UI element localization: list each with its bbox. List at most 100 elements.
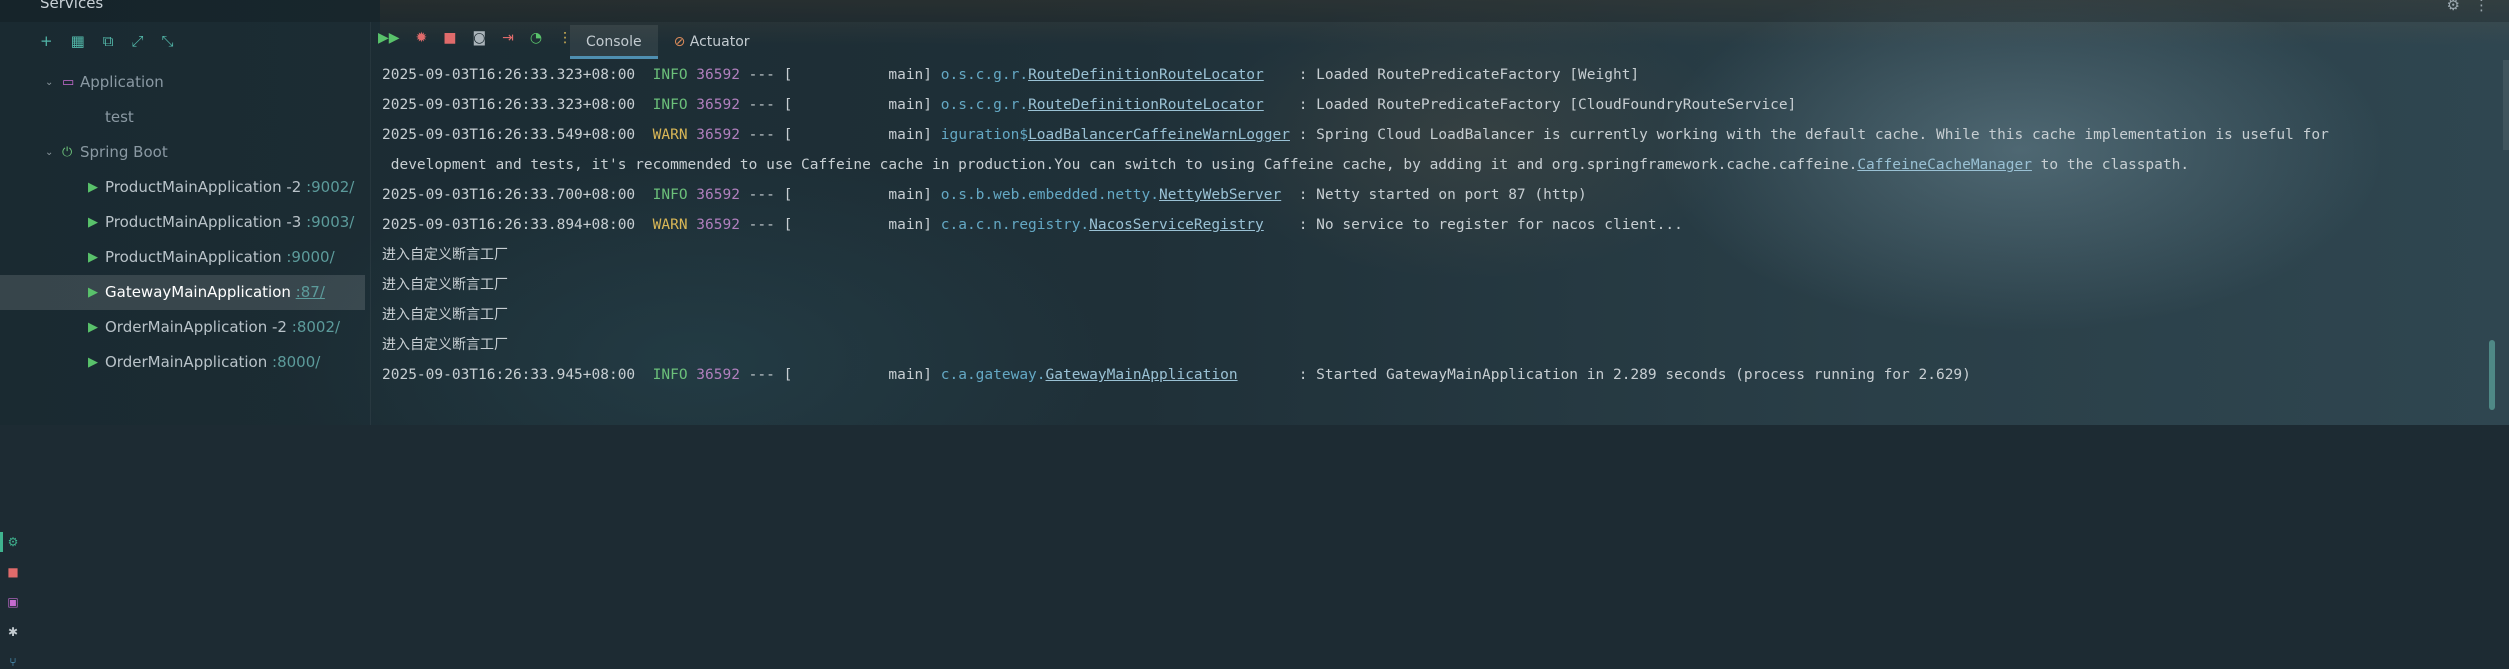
class-link[interactable]: RouteDefinitionRouteLocator (1028, 97, 1264, 113)
add-service-icon[interactable]: + (40, 32, 53, 50)
class-link[interactable]: NettyWebServer (1159, 187, 1281, 203)
log-level: INFO (652, 367, 688, 383)
log-separator: --- [ (739, 217, 793, 233)
actuator-icon: ⊘ (673, 34, 686, 50)
log-message: : Spring Cloud LoadBalancer is currently… (1298, 127, 2329, 143)
stop-icon[interactable]: ■ (443, 30, 456, 46)
spring-boot-icon: ⏻ (62, 145, 73, 160)
vertical-scrollbar[interactable] (2489, 340, 2495, 410)
log-timestamp: 2025-09-03T16:26:33.894+08:00 (382, 217, 636, 233)
service-item[interactable]: ▶ OrderMainApplication :8000/ (0, 345, 365, 380)
screenshot-icon[interactable]: ◙ (473, 30, 487, 46)
log-level: WARN (652, 217, 688, 233)
console-line: 2025-09-03T16:26:33.323+08:00 INFO 36592… (382, 60, 2489, 90)
log-package: o.s.c.g.r. (940, 97, 1029, 113)
log-pid: 36592 (696, 97, 740, 113)
service-item[interactable]: ▶ OrderMainApplication -2 :8002/ (0, 310, 365, 345)
console-toolbar: ▶▶ ✹ ■ ◙ ⇥ ◔ ⋮ (378, 30, 572, 46)
collapse-all-icon[interactable]: ⤡ (162, 32, 174, 50)
title-actions: ⚙ ⋮ (2447, 0, 2489, 14)
service-item-selected[interactable]: ▶ GatewayMainApplication :87/ (0, 275, 365, 310)
right-edge-tab[interactable] (2503, 60, 2509, 150)
class-link[interactable]: LoadBalancerCaffeineWarnLogger (1028, 127, 1290, 143)
title-strip: Services ⚙ ⋮ (0, 0, 2509, 22)
build-tool-icon[interactable]: ■ (6, 565, 20, 579)
log-message: : Started GatewayMainApplication in 2.28… (1298, 367, 1971, 383)
application-folder-icon: ▭ (62, 75, 75, 90)
log-thread: main] (792, 127, 941, 143)
new-window-icon[interactable]: ⧉ (103, 32, 114, 50)
log-thread: main] (792, 217, 941, 233)
terminal-tool-icon[interactable]: ▣ (6, 595, 20, 609)
class-link[interactable]: NacosServiceRegistry (1089, 217, 1264, 233)
run-icon[interactable]: ▶ (88, 310, 98, 345)
console-output[interactable]: 2025-09-03T16:26:33.323+08:00 INFO 36592… (382, 60, 2489, 390)
service-item[interactable]: ▶ ProductMainApplication :9000/ (0, 240, 365, 275)
tab-actuator[interactable]: ⊘ Actuator (658, 25, 766, 59)
git-tool-icon[interactable]: ⑂ (6, 655, 20, 669)
service-item[interactable]: ▶ ProductMainApplication -3 :9003/ (0, 205, 365, 240)
log-pid: 36592 (696, 217, 740, 233)
panel-divider[interactable] (370, 22, 371, 425)
service-item[interactable]: ▶ ProductMainApplication -2 :9002/ (0, 170, 365, 205)
class-link[interactable]: RouteDefinitionRouteLocator (1028, 67, 1264, 83)
log-package: o.s.b.web.embedded.netty. (940, 187, 1159, 203)
log-timestamp: 2025-09-03T16:26:33.700+08:00 (382, 187, 636, 203)
problems-tool-icon[interactable]: ✱ (6, 625, 20, 639)
log-separator: --- [ (739, 367, 793, 383)
log-package: c.a.gateway. (940, 367, 1046, 383)
chevron-down-icon[interactable]: ⌄ (45, 135, 53, 170)
tab-console[interactable]: Console (570, 25, 658, 59)
log-message: : No service to register for nacos clien… (1298, 217, 1683, 233)
expand-all-icon[interactable]: ⤢ (131, 32, 143, 50)
run-icon[interactable]: ▶ (88, 240, 98, 275)
log-separator: --- [ (739, 187, 793, 203)
group-services-icon[interactable]: ▦ (71, 32, 85, 50)
log-padding (1290, 127, 1299, 143)
tree-item-test[interactable]: test (0, 100, 365, 135)
log-pid: 36592 (696, 367, 740, 383)
class-link[interactable]: CaffeineCacheManager (1857, 157, 2032, 173)
chevron-down-icon[interactable]: ⌄ (45, 65, 53, 100)
services-tool-icon[interactable]: ⚙ (6, 535, 20, 549)
class-link[interactable]: GatewayMainApplication (1046, 367, 1238, 383)
log-separator: --- [ (739, 67, 793, 83)
debug-icon[interactable]: ✹ (416, 30, 428, 46)
log-padding (1264, 97, 1299, 113)
log-level: INFO (652, 67, 688, 83)
run-icon[interactable]: ▶ (88, 170, 98, 205)
log-pid: 36592 (696, 187, 740, 203)
log-message: : Loaded RoutePredicateFactory [Weight] (1298, 67, 1640, 83)
run-icon[interactable]: ▶ (88, 345, 98, 380)
console-text: development and tests, it's recommended … (382, 157, 1858, 173)
console-text: 进入自定义断言工厂 (382, 307, 508, 323)
log-padding (1281, 187, 1298, 203)
console-line: 进入自定义断言工厂 (382, 300, 2489, 330)
active-tool-indicator (0, 532, 3, 552)
console-line: 2025-09-03T16:26:33.323+08:00 INFO 36592… (382, 90, 2489, 120)
console-line: 2025-09-03T16:26:33.945+08:00 INFO 36592… (382, 360, 2489, 390)
settings-icon[interactable]: ⚙ (2447, 0, 2460, 14)
log-pid: 36592 (696, 127, 740, 143)
exit-icon[interactable]: ⇥ (502, 30, 514, 46)
console-text: 进入自定义断言工厂 (382, 337, 508, 353)
update-icon[interactable]: ◔ (530, 30, 542, 46)
log-thread: main] (792, 97, 941, 113)
tree-group-application[interactable]: ⌄ ▭ Application (0, 65, 365, 100)
console-line: 进入自定义断言工厂 (382, 330, 2489, 360)
log-thread: main] (792, 67, 941, 83)
run-icon[interactable]: ▶ (88, 205, 98, 240)
log-thread: main] (792, 187, 941, 203)
console-text: to the classpath. (2031, 157, 2190, 173)
console-line: 2025-09-03T16:26:33.894+08:00 WARN 36592… (382, 210, 2489, 240)
log-separator: --- [ (739, 127, 793, 143)
console-line: development and tests, it's recommended … (382, 150, 2489, 180)
log-padding (1264, 217, 1299, 233)
run-icon[interactable]: ▶ (88, 275, 98, 310)
tree-group-spring-boot[interactable]: ⌄ ⏻ Spring Boot (0, 135, 365, 170)
console-tabs: Console ⊘ Actuator (570, 25, 766, 59)
log-padding (1238, 367, 1299, 383)
more-options-icon[interactable]: ⋮ (2474, 0, 2489, 14)
log-timestamp: 2025-09-03T16:26:33.549+08:00 (382, 127, 636, 143)
rerun-icon[interactable]: ▶▶ (378, 30, 400, 46)
